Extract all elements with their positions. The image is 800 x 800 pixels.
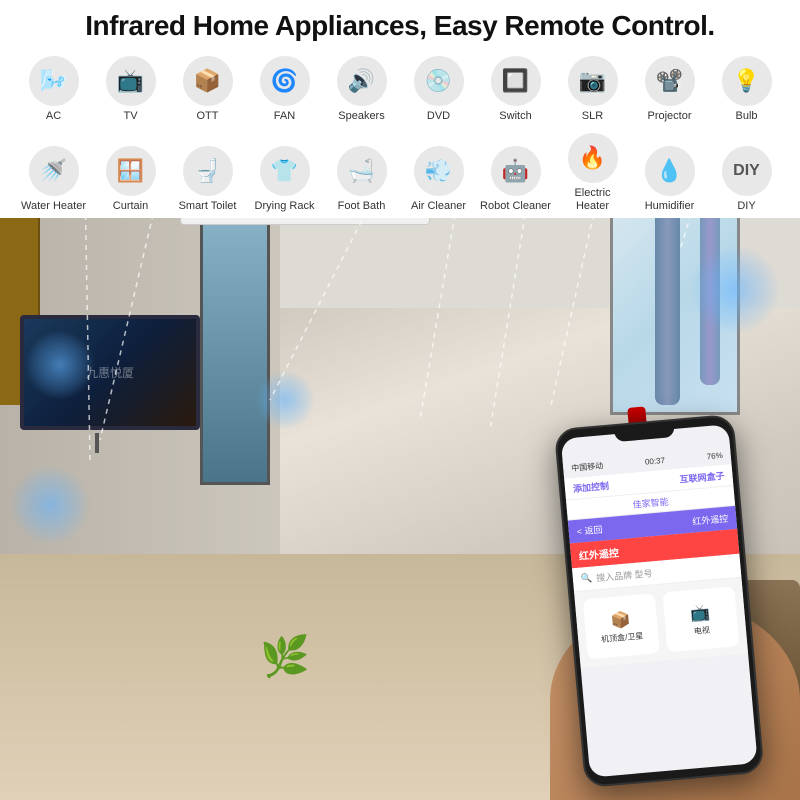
tv-screen: 九惠悦厦 — [24, 319, 196, 426]
smart-toilet-label: Smart Toilet — [179, 200, 237, 213]
slr-label: SLR — [582, 110, 603, 123]
top-section: Infrared Home Appliances, Easy Remote Co… — [0, 0, 800, 218]
appliance-item-slr[interactable]: 📷 SLR — [557, 56, 629, 123]
switch-label: Switch — [499, 110, 531, 123]
fan-label: FAN — [274, 110, 295, 123]
device2-label: 电视 — [693, 624, 710, 636]
foot-bath-icon: 🛁 — [337, 146, 387, 196]
drying-rack-icon: 👕 — [260, 146, 310, 196]
appliance-item-curtain[interactable]: 🪟 Curtain — [95, 146, 167, 213]
appliance-item-air-cleaner[interactable]: 💨 Air Cleaner — [403, 146, 475, 213]
air-cleaner-icon: 💨 — [414, 146, 464, 196]
appliance-item-smart-toilet[interactable]: 🚽 Smart Toilet — [172, 146, 244, 213]
robot-cleaner-icon: 🤖 — [491, 146, 541, 196]
phone-container: 中国移动 00:37 76% 添加控制 互联网盒子 佳家智能 < 返回 红外遥控… — [554, 412, 786, 800]
phone-battery: 76% — [706, 450, 723, 460]
device2-icon: 📺 — [690, 602, 712, 624]
phone-device-card-1[interactable]: 📦 机顶盒/卫星 — [583, 593, 660, 659]
slr-icon: 📷 — [568, 56, 618, 106]
appliances-row-2: 🚿 Water Heater 🪟 Curtain 🚽 Smart Toilet 👕 Dryin… — [15, 129, 785, 217]
ac-icon: 🌬️ — [29, 56, 79, 106]
tv-on-wall: 九惠悦厦 — [20, 315, 200, 430]
device1-label: 机顶盒/卫星 — [601, 630, 644, 645]
appliance-item-foot-bath[interactable]: 🛁 Foot Bath — [326, 146, 398, 213]
appliance-item-water-heater[interactable]: 🚿 Water Heater — [18, 146, 90, 213]
humidifier-icon: 💧 — [645, 146, 695, 196]
curtain-left — [655, 185, 680, 405]
tv-label: TV — [123, 110, 137, 123]
search-icon: 🔍 — [580, 573, 592, 585]
curtain-label: Curtain — [113, 200, 148, 213]
smart-toilet-icon: 🚽 — [183, 146, 233, 196]
appliance-item-humidifier[interactable]: 💧 Humidifier — [634, 146, 706, 213]
appliance-item-ac[interactable]: 🌬️ AC — [18, 56, 90, 123]
phone-back-button[interactable]: < 返回 — [576, 523, 603, 538]
appliance-item-diy[interactable]: DIY DIY — [711, 146, 783, 213]
headline: Infrared Home Appliances, Easy Remote Co… — [10, 10, 790, 42]
electric-heater-icon: 🔥 — [568, 133, 618, 183]
appliances-row-1: 🌬️ AC 📺 TV 📦 OTT 🌀 FAN 🔊 Speakers 💿 DVD 🔲 Switch 📷 SLR 📽… — [15, 52, 785, 127]
page-wrapper: Infrared Home Appliances, Easy Remote Co… — [0, 0, 800, 800]
dvd-label: DVD — [427, 110, 450, 123]
ac-label: AC — [46, 110, 61, 123]
fan-icon: 🌀 — [260, 56, 310, 106]
appliance-item-dvd[interactable]: 💿 DVD — [403, 56, 475, 123]
projector-icon: 📽️ — [645, 56, 695, 106]
appliance-item-ott[interactable]: 📦 OTT — [172, 56, 244, 123]
foot-bath-label: Foot Bath — [338, 200, 386, 213]
appliance-item-electric-heater[interactable]: 🔥 Electric Heater — [557, 133, 629, 213]
bulb-icon: 💡 — [722, 56, 772, 106]
phone-section-label: 红外遥控 — [692, 512, 729, 528]
phone-screen: 中国移动 00:37 76% 添加控制 互联网盒子 佳家智能 < 返回 红外遥控… — [561, 424, 758, 777]
appliances-grid: 🌬️ AC 📺 TV 📦 OTT 🌀 FAN 🔊 Speakers 💿 DVD 🔲 Switch 📷 SLR 📽… — [10, 52, 790, 218]
appliance-item-tv[interactable]: 📺 TV — [95, 56, 167, 123]
phone-search-placeholder: 搜入品牌 型号 — [596, 566, 653, 584]
bulb-label: Bulb — [735, 110, 757, 123]
air-cleaner-label: Air Cleaner — [411, 200, 466, 213]
appliance-item-drying-rack[interactable]: 👕 Drying Rack — [249, 146, 321, 213]
appliance-item-fan[interactable]: 🌀 FAN — [249, 56, 321, 123]
device1-icon: 📦 — [610, 609, 632, 631]
curtain-icon: 🪟 — [106, 146, 156, 196]
dvd-icon: 💿 — [414, 56, 464, 106]
appliance-item-projector[interactable]: 📽️ Projector — [634, 56, 706, 123]
appliance-item-bulb[interactable]: 💡 Bulb — [711, 56, 783, 123]
phone-add-control[interactable]: 添加控制 — [572, 479, 609, 495]
tv-stand — [95, 433, 99, 453]
phone-carrier: 中国移动 — [571, 460, 604, 474]
phone-device-card-2[interactable]: 📺 电视 — [662, 586, 739, 652]
electric-heater-label: Electric Heater — [557, 187, 629, 213]
ott-icon: 📦 — [183, 56, 233, 106]
speakers-label: Speakers — [338, 110, 384, 123]
phone-internet-box: 互联网盒子 — [679, 469, 725, 486]
water-heater-icon: 🚿 — [29, 146, 79, 196]
appliance-item-speakers[interactable]: 🔊 Speakers — [326, 56, 398, 123]
diy-label: DIY — [737, 200, 755, 213]
diy-icon: DIY — [722, 146, 772, 196]
water-heater-label: Water Heater — [21, 200, 86, 213]
appliance-item-robot-cleaner[interactable]: 🤖 Robot Cleaner — [480, 146, 552, 213]
door-frame — [200, 205, 270, 485]
speakers-icon: 🔊 — [337, 56, 387, 106]
drying-rack-label: Drying Rack — [255, 200, 315, 213]
phone-time: 00:37 — [645, 455, 666, 466]
projector-label: Projector — [647, 110, 691, 123]
switch-icon: 🔲 — [491, 56, 541, 106]
tv-icon: 📺 — [106, 56, 156, 106]
phone-body: 中国移动 00:37 76% 添加控制 互联网盒子 佳家智能 < 返回 红外遥控… — [554, 414, 765, 788]
plant: 🌿 — [260, 633, 310, 680]
phone-device-grid: 📦 机顶盒/卫星 📺 电视 — [574, 578, 748, 668]
humidifier-label: Humidifier — [645, 200, 695, 213]
appliance-item-switch[interactable]: 🔲 Switch — [480, 56, 552, 123]
ott-label: OTT — [197, 110, 219, 123]
robot-cleaner-label: Robot Cleaner — [480, 200, 551, 213]
